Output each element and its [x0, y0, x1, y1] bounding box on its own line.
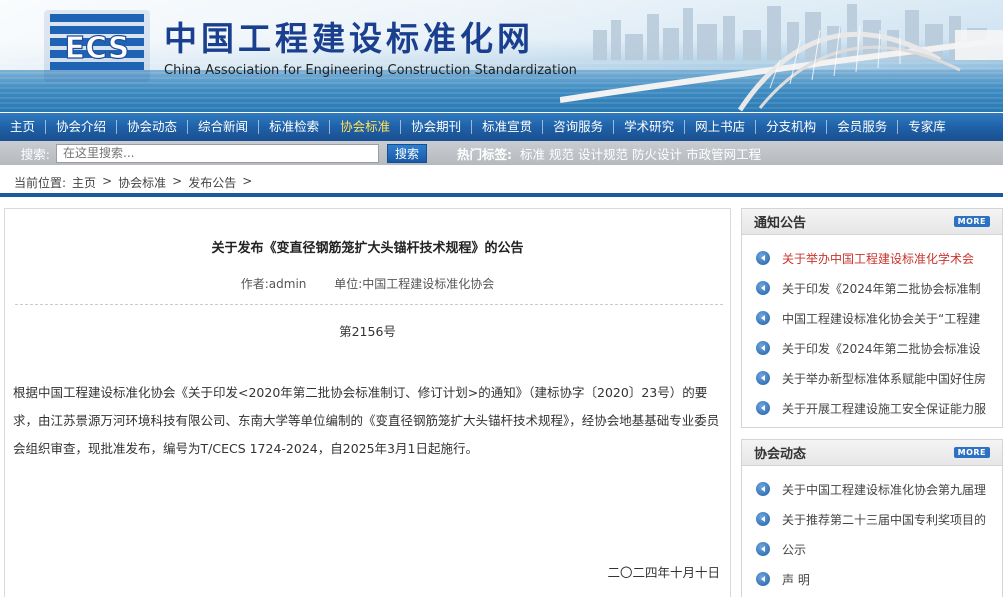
arrow-bullet-icon	[756, 542, 770, 556]
breadcrumb-divider	[0, 193, 1003, 197]
breadcrumb-link[interactable]: 主页	[72, 174, 96, 191]
arrow-bullet-icon	[756, 251, 770, 265]
notices-header: 通知公告 MORE	[742, 209, 1002, 235]
breadcrumb-link[interactable]: 发布公告	[188, 174, 236, 191]
arrow-bullet-icon	[756, 341, 770, 355]
news-panel: 协会动态 MORE 关于中国工程建设标准化协会第九届理 关于推荐第二十三届中国专利…	[741, 439, 1003, 597]
nav-item[interactable]: 标准检索	[259, 113, 329, 141]
breadcrumb-link[interactable]: 协会标准	[118, 174, 166, 191]
nav-item[interactable]: 专家库	[898, 113, 956, 141]
nav-item[interactable]: 主页	[0, 113, 45, 141]
list-item[interactable]: 关于中国工程建设标准化协会第九届理	[756, 474, 1002, 504]
search-bar: 搜索: 搜索 热门标签: 标准规范设计规范防火设计市政管网工程	[0, 141, 1003, 165]
site-title-en: China Association for Engineering Constr…	[164, 63, 577, 78]
list-item-label: 关于开展工程建设施工安全保证能力服	[782, 401, 987, 416]
hot-tag-link[interactable]: 规范	[549, 144, 574, 163]
list-item[interactable]: 关于开展工程建设施工安全保证能力服	[756, 393, 1002, 423]
list-item-label: 关于印发《2024年第二批协会标准设	[782, 341, 981, 356]
notices-panel: 通知公告 MORE 关于举办中国工程建设标准化学术会 关于印发《2024年第二批协…	[741, 208, 1003, 428]
search-input[interactable]	[56, 143, 379, 163]
list-item[interactable]: 声 明	[756, 564, 1002, 594]
site-title-cn: 中国工程建设标准化网	[164, 19, 534, 58]
hot-tag-link[interactable]: 标准	[520, 144, 545, 163]
article-panel: 关于发布《变直径钢筋笼扩大头锚杆技术规程》的公告 作者:admin 单位:中国工…	[4, 208, 731, 597]
article-meta: 作者:admin 单位:中国工程建设标准化协会	[5, 275, 730, 292]
bridge-image	[560, 25, 1003, 112]
article-divider	[15, 304, 723, 305]
list-item[interactable]: 关于印发《2024年第二批协会标准制	[756, 273, 1002, 303]
nav-item[interactable]: 学术研究	[614, 113, 684, 141]
nav-item[interactable]: 综合新闻	[188, 113, 258, 141]
nav-item[interactable]: 协会介绍	[46, 113, 116, 141]
list-item[interactable]: 关于举办新型标准体系赋能中国好住房	[756, 363, 1002, 393]
arrow-bullet-icon	[756, 572, 770, 586]
news-list: 关于中国工程建设标准化协会第九届理 关于推荐第二十三届中国专利奖项目的 公示声 明	[742, 466, 1002, 594]
list-item-label: 声 明	[782, 572, 810, 587]
nav-item[interactable]: 分支机构	[756, 113, 826, 141]
search-label: 搜索:	[20, 146, 50, 162]
notices-list: 关于举办中国工程建设标准化学术会 关于印发《2024年第二批协会标准制 中国工程建设…	[742, 235, 1002, 423]
arrow-bullet-icon	[756, 401, 770, 415]
list-item[interactable]: 关于举办中国工程建设标准化学术会	[756, 243, 1002, 273]
arrow-bullet-icon	[756, 281, 770, 295]
news-header: 协会动态 MORE	[742, 440, 1002, 466]
notices-more-button[interactable]: MORE	[953, 216, 990, 227]
nav-item[interactable]: 协会期刊	[401, 113, 471, 141]
nav-item[interactable]: 协会标准	[330, 113, 400, 141]
breadcrumb: 当前位置: 主页 > 协会标准 > 发布公告 >	[14, 174, 252, 191]
nav-item[interactable]: 标准宣贯	[472, 113, 542, 141]
header-banner: ECS 中国工程建设标准化网 China Association for Eng…	[0, 0, 1003, 112]
list-item[interactable]: 关于印发《2024年第二批协会标准设	[756, 333, 1002, 363]
breadcrumb-separator: >	[172, 174, 183, 188]
ecs-logo-icon: ECS	[44, 10, 150, 82]
hot-tags: 热门标签: 标准 规范 设计规范 防火设计 市政管网工程	[457, 144, 761, 163]
list-item-label: 关于举办中国工程建设标准化学术会	[782, 251, 975, 266]
list-item-label: 公示	[782, 542, 807, 557]
nav-item[interactable]: 协会动态	[117, 113, 187, 141]
hot-tag-link[interactable]: 市政管网工程	[686, 144, 761, 163]
search-button[interactable]: 搜索	[387, 143, 427, 163]
list-item[interactable]: 中国工程建设标准化协会关于“工程建	[756, 303, 1002, 333]
arrow-bullet-icon	[756, 371, 770, 385]
nav-item[interactable]: 咨询服务	[543, 113, 613, 141]
hot-tags-label: 热门标签:	[457, 146, 512, 162]
hot-tag-link[interactable]: 防火设计	[632, 144, 682, 163]
article-unit: 单位:中国工程建设标准化协会	[334, 277, 495, 291]
article-number: 第2156号	[339, 324, 396, 339]
arrow-bullet-icon	[756, 311, 770, 325]
breadcrumb-separator: >	[102, 174, 113, 188]
nav-item[interactable]: 网上书店	[685, 113, 755, 141]
list-item-label: 关于中国工程建设标准化协会第九届理	[782, 482, 987, 497]
list-item-label: 关于印发《2024年第二批协会标准制	[782, 281, 981, 296]
list-item[interactable]: 关于推荐第二十三届中国专利奖项目的	[756, 504, 1002, 534]
article-date: 二〇二四年十月十日	[607, 565, 720, 580]
breadcrumb-prefix: 当前位置:	[14, 176, 67, 190]
news-more-button[interactable]: MORE	[953, 447, 990, 458]
arrow-bullet-icon	[756, 482, 770, 496]
news-title: 协会动态	[754, 447, 807, 462]
article-body: 根据中国工程建设标准化协会《关于印发<2020年第二批协会标准制订、修订计划>的…	[13, 385, 720, 456]
notices-title: 通知公告	[754, 216, 807, 231]
list-item-label: 关于举办新型标准体系赋能中国好住房	[782, 371, 987, 386]
hot-tag-link[interactable]: 设计规范	[578, 144, 628, 163]
nav-item[interactable]: 会员服务	[827, 113, 897, 141]
article-author: 作者:admin	[240, 277, 307, 291]
breadcrumb-separator: >	[242, 174, 253, 188]
logo-text: ECS	[65, 31, 130, 66]
list-item[interactable]: 公示	[756, 534, 1002, 564]
list-item-label: 关于推荐第二十三届中国专利奖项目的	[782, 512, 987, 527]
article-title: 关于发布《变直径钢筋笼扩大头锚杆技术规程》的公告	[211, 241, 524, 256]
arrow-bullet-icon	[756, 512, 770, 526]
list-item-label: 中国工程建设标准化协会关于“工程建	[782, 311, 981, 326]
main-nav: 主页 协会介绍 协会动态 综合新闻 标准检索 协会标准 协会期刊 标准宣贯 咨询服务 学术研究 网上…	[0, 113, 1003, 141]
